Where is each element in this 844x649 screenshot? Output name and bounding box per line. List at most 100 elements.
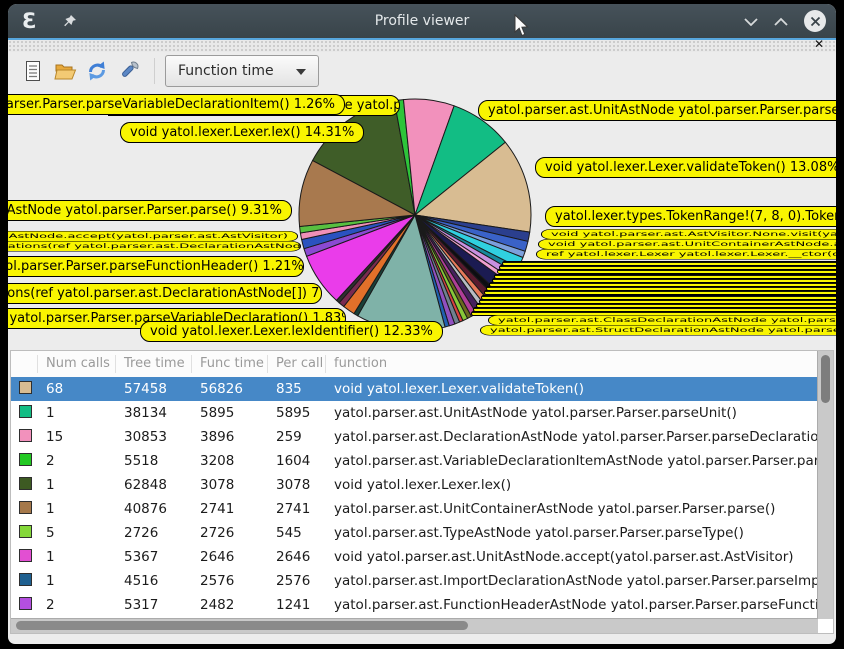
table-cell: 4516 xyxy=(116,573,192,589)
table-cell: 38134 xyxy=(116,405,192,421)
column-num-calls[interactable]: Num calls xyxy=(38,355,116,373)
pie-callout-label: void yatol.parser.Parser.parseDeclaratio… xyxy=(8,241,301,252)
table-cell: yatol.parser.ast.DeclarationAstNode yato… xyxy=(326,429,833,445)
table-row[interactable]: 16284830783078void yatol.lexer.Lexer.lex… xyxy=(11,473,833,497)
table-cell: 2576 xyxy=(268,573,326,589)
row-color-swatch xyxy=(19,381,32,394)
table-cell: 5895 xyxy=(268,405,326,421)
pie-callout-label: yatol.parser.ast.UnitAstNode yatol.parse… xyxy=(478,100,836,121)
pie-callout-label: yatol.lexer.types.TokenRange!(7, 8, 0).T… xyxy=(545,206,836,227)
table-cell: 5317 xyxy=(116,597,192,613)
table-row[interactable]: 14087627412741yatol.parser.ast.UnitConta… xyxy=(11,497,833,521)
table-row[interactable]: 685745856826835void yatol.lexer.Lexer.va… xyxy=(11,377,833,401)
table-cell: 835 xyxy=(268,381,326,397)
close-button[interactable] xyxy=(804,10,826,32)
row-color-swatch xyxy=(19,429,32,442)
table-cell: yatol.parser.ast.TypeAstNode yatol.parse… xyxy=(326,525,833,541)
pie-callout-label: void yatol.lexer.Lexer.lexIdentifier() 1… xyxy=(140,321,443,342)
dock-close-icon[interactable]: ✕ xyxy=(814,38,824,50)
titlebar[interactable]: Ɛ Profile viewer xyxy=(8,4,836,38)
table-cell: 1 xyxy=(38,549,116,565)
toolbar: Function time xyxy=(8,52,836,90)
pie-callout-label: void yatol.lexer.Lexer.validateToken() 1… xyxy=(535,157,836,178)
table-body: 685745856826835void yatol.lexer.Lexer.va… xyxy=(11,377,833,617)
table-cell: 5518 xyxy=(116,453,192,469)
row-color-swatch xyxy=(19,477,32,490)
table-row[interactable]: 15308533896259yatol.parser.ast.Declarati… xyxy=(11,425,833,449)
horizontal-scrollbar-handle[interactable] xyxy=(16,621,468,630)
open-icon[interactable] xyxy=(52,58,78,84)
pie-callout-label: yatol.parser.ast.UnitContainerAstNode ya… xyxy=(8,200,292,221)
report-icon[interactable] xyxy=(20,58,46,84)
dock-handle[interactable]: ✕ xyxy=(8,40,836,52)
table-cell: void yatol.lexer.Lexer.validateToken() xyxy=(326,381,833,397)
table-cell: 57458 xyxy=(116,381,192,397)
table-row[interactable]: 13813458955895yatol.parser.ast.UnitAstNo… xyxy=(11,401,833,425)
view-mode-value: Function time xyxy=(178,63,274,79)
column-function[interactable]: function xyxy=(326,355,833,373)
refresh-icon[interactable] xyxy=(84,58,110,84)
column-tree-time[interactable]: Tree time xyxy=(116,355,192,373)
tools-icon[interactable] xyxy=(116,58,142,84)
table-cell: 545 xyxy=(268,525,326,541)
table-cell: yatol.parser.ast.ImportDeclarationAstNod… xyxy=(326,573,833,589)
table-cell: 2726 xyxy=(116,525,192,541)
pie-callout-label: ref yatol.lexer.Lexer yatol.lexer.Lexer.… xyxy=(536,249,836,260)
table-cell: 62848 xyxy=(116,477,192,493)
table-cell: 56826 xyxy=(192,381,268,397)
row-color-swatch xyxy=(19,573,32,586)
table-cell: 30853 xyxy=(116,429,192,445)
table-row[interactable]: 2531724821241yatol.parser.ast.FunctionHe… xyxy=(11,593,833,617)
row-color-swatch xyxy=(19,597,32,610)
table-cell: 5895 xyxy=(192,405,268,421)
table-row[interactable]: 2551832081604yatol.parser.ast.VariableDe… xyxy=(11,449,833,473)
table-cell: 1 xyxy=(38,477,116,493)
column-func-time[interactable]: Func time xyxy=(192,355,268,373)
pie-callout-label: yatol.parser.ast.ClassDeclarationAstNode… xyxy=(488,315,836,326)
pie-callout-label: void yatol.parser.ast.DeclarationAstNode… xyxy=(8,231,298,242)
table-header[interactable]: Num calls Tree time Func time Per call f… xyxy=(11,351,833,377)
profile-viewer-window: Ɛ Profile viewer ✕ xyxy=(8,4,836,644)
table-cell: 2726 xyxy=(192,525,268,541)
view-mode-select[interactable]: Function time xyxy=(165,55,319,87)
pie-callout-label: yatol.parser.ast.VariableDeclarationItem… xyxy=(8,94,345,115)
table-cell: 3078 xyxy=(192,477,268,493)
table-cell: void yatol.parser.ast.UnitAstNode.accept… xyxy=(326,549,833,565)
pie-callout-label: yatol.parser.ast.FunctionHeaderAstNode y… xyxy=(8,256,304,277)
table-row[interactable]: 1536726462646void yatol.parser.ast.UnitA… xyxy=(11,545,833,569)
table-row[interactable]: 1451625762576yatol.parser.ast.ImportDecl… xyxy=(11,569,833,593)
minimize-button[interactable] xyxy=(744,17,758,26)
table-cell: 1604 xyxy=(268,453,326,469)
table-cell: 3896 xyxy=(192,429,268,445)
table-cell: 15 xyxy=(38,429,116,445)
table-cell: 5 xyxy=(38,525,116,541)
profile-table: Num calls Tree time Func time Per call f… xyxy=(10,350,834,634)
row-color-swatch xyxy=(19,453,32,466)
pie-callout-label: void yatol.parser.ast.AstVisitor.None.vi… xyxy=(541,229,836,240)
table-cell: 1 xyxy=(38,405,116,421)
table-cell: 3208 xyxy=(192,453,268,469)
vertical-scrollbar-handle[interactable] xyxy=(821,355,830,403)
pie-callout-label: void yatol.parser.Parser.parseScopedDecl… xyxy=(8,283,322,304)
table-cell: 40876 xyxy=(116,501,192,517)
table-cell: 1241 xyxy=(268,597,326,613)
pie-callout-label: void yatol.parser.ast.UnitContainerAstNo… xyxy=(538,239,836,250)
column-per-call[interactable]: Per call xyxy=(268,355,326,373)
row-color-swatch xyxy=(19,501,32,514)
table-cell: 1 xyxy=(38,573,116,589)
table-cell: 2482 xyxy=(192,597,268,613)
column-color[interactable] xyxy=(11,355,38,373)
table-cell: 2 xyxy=(38,597,116,613)
table-cell: yatol.parser.ast.VariableDeclarationItem… xyxy=(326,453,833,469)
horizontal-scrollbar[interactable] xyxy=(11,618,818,633)
chevron-down-icon xyxy=(296,69,306,75)
table-cell: 2646 xyxy=(268,549,326,565)
table-cell: yatol.parser.ast.FunctionHeaderAstNode y… xyxy=(326,597,833,613)
table-cell: 5367 xyxy=(116,549,192,565)
pie-chart-panel[interactable]: yatol.parser.ast.VariableDeclarationItem… xyxy=(8,90,836,352)
maximize-button[interactable] xyxy=(774,17,788,26)
table-cell: 1 xyxy=(38,501,116,517)
table-row[interactable]: 527262726545yatol.parser.ast.TypeAstNode… xyxy=(11,521,833,545)
table-cell: 3078 xyxy=(268,477,326,493)
vertical-scrollbar[interactable] xyxy=(817,351,833,619)
